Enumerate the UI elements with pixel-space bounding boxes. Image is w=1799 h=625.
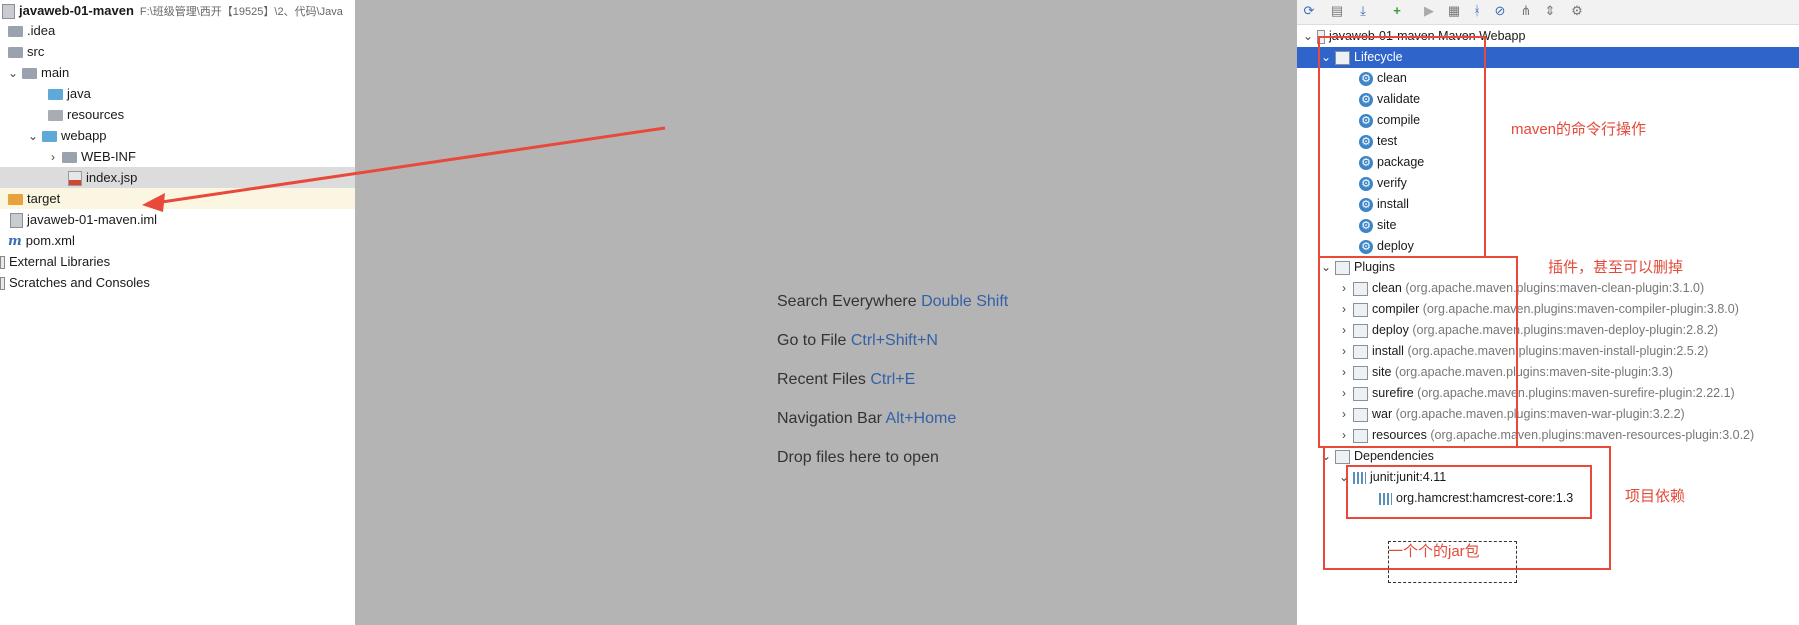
dependencies-icon[interactable]: ⋔ xyxy=(1518,3,1534,19)
lifecycle-annotation: maven的命令行操作 xyxy=(1511,121,1647,138)
junit-highlight-box xyxy=(1346,465,1592,519)
settings-icon[interactable]: ⚙ xyxy=(1569,3,1585,19)
maven-toolbar: ⟳ ▤ ⤓ + ▶ ▦ ᚼ ⊘ ⋔ ⇕ ⚙ xyxy=(1297,0,1799,25)
skip-tests-icon[interactable]: ⊘ xyxy=(1492,3,1508,19)
lifecycle-highlight-box xyxy=(1318,36,1486,258)
dependencies-annotation: 项目依赖 xyxy=(1625,488,1686,505)
plugins-annotation: 插件，甚至可以删掉 xyxy=(1548,259,1684,276)
run-icon[interactable]: ▶ xyxy=(1421,3,1437,19)
reload-icon[interactable]: ⟳ xyxy=(1301,3,1317,19)
generate-sources-icon[interactable]: ▤ xyxy=(1329,3,1345,19)
add-icon[interactable]: + xyxy=(1389,3,1405,19)
run-config-icon[interactable]: ▦ xyxy=(1446,3,1462,19)
collapse-all-icon[interactable]: ⇕ xyxy=(1542,3,1558,19)
plugins-highlight-box xyxy=(1318,256,1518,448)
chevron-down-icon[interactable]: ⌄ xyxy=(1303,26,1313,47)
download-icon[interactable]: ⤓ xyxy=(1355,3,1371,19)
jar-annotation: 一个个的jar包 xyxy=(1388,543,1480,560)
toggle-offline-icon[interactable]: ᚼ xyxy=(1469,3,1485,19)
